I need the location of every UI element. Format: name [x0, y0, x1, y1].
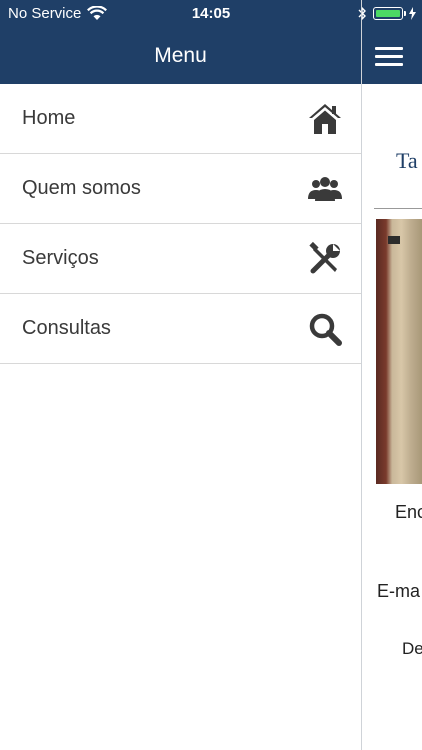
- battery-tip: [404, 11, 406, 16]
- battery-fill: [376, 10, 400, 17]
- home-icon: [309, 104, 341, 134]
- photo-sign: [388, 236, 400, 244]
- title-divider: [374, 208, 422, 209]
- menu-item-servicos[interactable]: Serviços: [0, 224, 361, 294]
- building-photo: [376, 219, 422, 484]
- main-content: Ta Enc E-ma De: [362, 84, 422, 750]
- address-label: Enc: [395, 502, 422, 522]
- menu-item-label: Serviços: [22, 247, 99, 269]
- hamburger-menu-button[interactable]: [375, 47, 403, 66]
- status-right: [358, 6, 416, 21]
- hamburger-line: [375, 47, 403, 50]
- bluetooth-icon: [358, 6, 366, 21]
- menu-item-label: Consultas: [22, 317, 111, 339]
- menu-item-quem-somos[interactable]: Quem somos: [0, 154, 361, 224]
- battery-icon: [373, 7, 406, 20]
- email-label: E-ma: [377, 581, 421, 601]
- menu-item-label: Home: [22, 107, 76, 129]
- page-title: Ta: [396, 148, 418, 173]
- tools-icon: [309, 241, 340, 274]
- hamburger-line: [375, 55, 403, 58]
- status-bar: No Service 14:05: [0, 0, 422, 28]
- charging-icon: [409, 7, 416, 20]
- info-label: De: [402, 639, 422, 658]
- menu-item-label: Quem somos: [22, 177, 141, 199]
- menu-item-home[interactable]: Home: [0, 84, 361, 154]
- users-icon: [308, 177, 342, 201]
- menu-item-consultas[interactable]: Consultas: [0, 294, 361, 364]
- side-menu: Home Quem somos Serviços Consultas: [0, 84, 361, 750]
- search-icon: [309, 313, 342, 346]
- menu-header: Menu: [0, 28, 361, 84]
- hamburger-line: [375, 63, 403, 66]
- menu-title: Menu: [154, 44, 207, 67]
